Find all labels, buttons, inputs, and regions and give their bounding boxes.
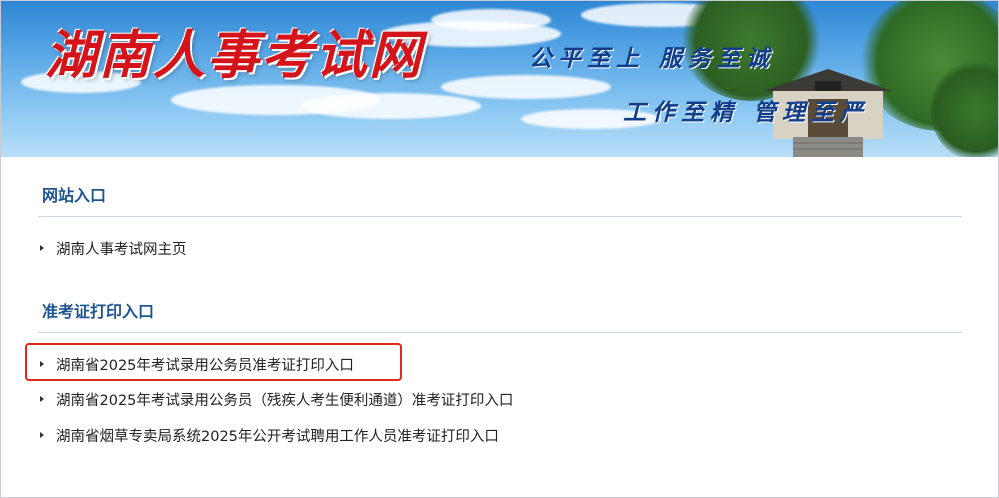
link-hunan-exam-homepage[interactable]: 湖南人事考试网主页 [40, 239, 187, 261]
link-label: 湖南人事考试网主页 [56, 242, 187, 258]
site-banner: 湖南人事考试网 公平至上 服务至诚 工作至精 管理至严 [1, 1, 998, 157]
highlight-annotation-box [25, 343, 402, 381]
section-header-admission-ticket: 准考证打印入口 [38, 301, 962, 333]
cloud-decoration [441, 75, 611, 99]
bullet-icon [40, 432, 44, 438]
bullet-icon [40, 245, 44, 251]
link-disabled-candidate-admission-ticket[interactable]: 湖南省2025年考试录用公务员（残疾人考生便利通道）准考证打印入口 [40, 390, 513, 412]
bullet-icon [40, 396, 44, 402]
section-title: 准考证打印入口 [42, 302, 155, 321]
cloud-decoration [301, 93, 481, 119]
section-title: 网站入口 [42, 186, 107, 205]
slogan-line-2: 工作至精 管理至严 [623, 99, 870, 126]
link-label: 湖南省2025年考试录用公务员（残疾人考生便利通道）准考证打印入口 [56, 393, 514, 409]
cloud-decoration [431, 9, 551, 31]
section-header-website-entry: 网站入口 [38, 185, 962, 217]
slogan-line-1: 公平至上 服务至诚 [529, 45, 776, 72]
link-label: 湖南省烟草专卖局系统2025年公开考试聘用工作人员准考证打印入口 [56, 429, 499, 445]
site-title-logo: 湖南人事考试网 [45, 25, 424, 86]
link-tobacco-bureau-admission-ticket[interactable]: 湖南省烟草专卖局系统2025年公开考试聘用工作人员准考证打印入口 [40, 426, 499, 448]
